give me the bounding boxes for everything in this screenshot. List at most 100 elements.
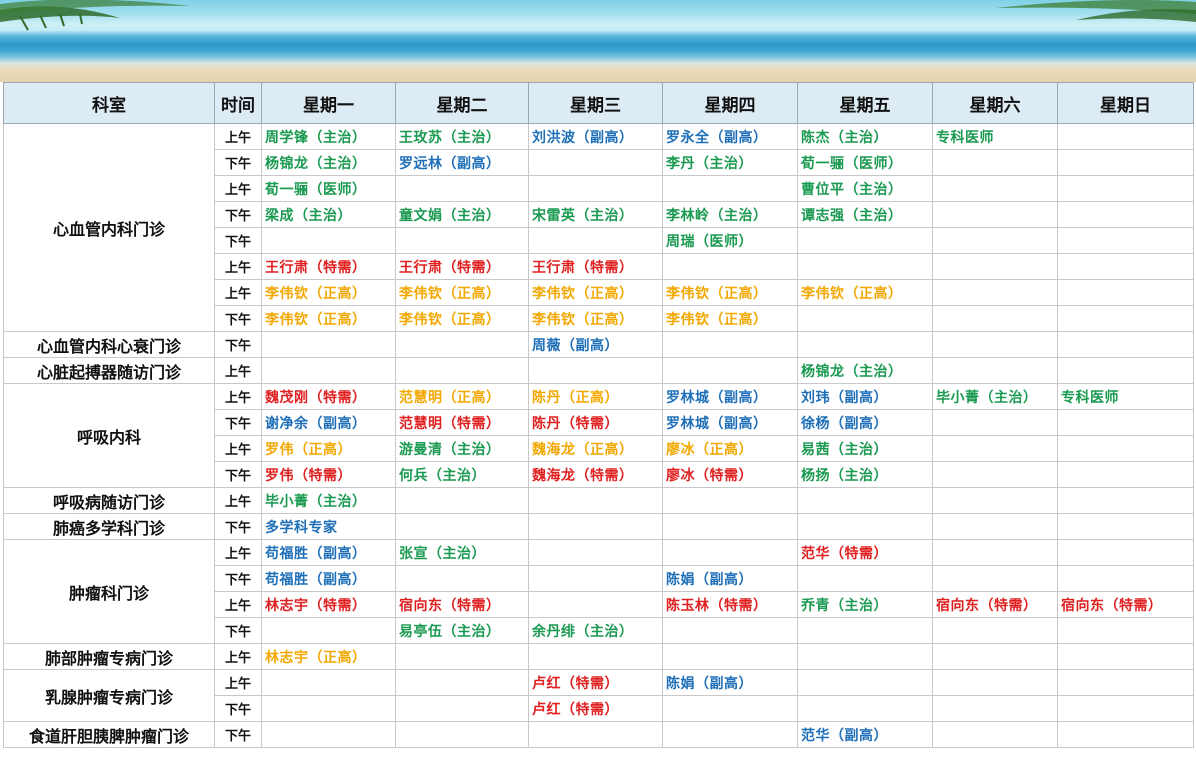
doctor-cell[interactable]	[528, 149, 663, 176]
doctor-cell[interactable]	[1057, 617, 1194, 644]
header-monday[interactable]: 星期一	[261, 82, 396, 124]
doctor-cell[interactable]: 廖冰（正高）	[662, 435, 798, 462]
doctor-cell[interactable]	[662, 643, 798, 670]
session-time-cell[interactable]: 下午	[214, 513, 262, 540]
doctor-cell[interactable]: 魏海龙（正高）	[528, 435, 663, 462]
session-time-cell[interactable]: 下午	[214, 617, 262, 644]
doctor-cell[interactable]	[662, 487, 798, 514]
doctor-cell[interactable]	[662, 331, 798, 358]
doctor-cell[interactable]	[797, 617, 933, 644]
doctor-cell[interactable]: 毕小菁（主治）	[261, 487, 396, 514]
doctor-cell[interactable]	[797, 227, 933, 254]
doctor-cell[interactable]: 陈娟（副高）	[662, 565, 798, 592]
session-time-cell[interactable]: 下午	[214, 201, 262, 228]
header-thursday[interactable]: 星期四	[662, 82, 798, 124]
doctor-cell[interactable]	[395, 331, 529, 358]
doctor-cell[interactable]	[395, 721, 529, 748]
doctor-cell[interactable]	[797, 669, 933, 696]
doctor-cell[interactable]	[662, 721, 798, 748]
doctor-cell[interactable]	[1057, 253, 1194, 280]
session-time-cell[interactable]: 上午	[214, 383, 262, 410]
doctor-cell[interactable]	[1057, 409, 1194, 436]
doctor-cell[interactable]	[528, 513, 663, 540]
department-cell[interactable]: 呼吸病随访门诊	[3, 487, 215, 514]
header-time[interactable]: 时间	[214, 82, 262, 124]
doctor-cell[interactable]	[797, 565, 933, 592]
department-cell[interactable]: 心脏起搏器随访门诊	[3, 357, 215, 384]
doctor-cell[interactable]: 范慧明（正高）	[395, 383, 529, 410]
doctor-cell[interactable]: 魏海龙（特需）	[528, 461, 663, 488]
doctor-cell[interactable]	[932, 669, 1058, 696]
doctor-cell[interactable]	[932, 513, 1058, 540]
doctor-cell[interactable]	[932, 409, 1058, 436]
doctor-cell[interactable]: 易亭伍（主治）	[395, 617, 529, 644]
doctor-cell[interactable]: 罗永全（副高）	[662, 123, 798, 150]
doctor-cell[interactable]: 宿向东（特需）	[932, 591, 1058, 618]
doctor-cell[interactable]: 罗伟（特需）	[261, 461, 396, 488]
doctor-cell[interactable]	[261, 617, 396, 644]
doctor-cell[interactable]	[1057, 565, 1194, 592]
doctor-cell[interactable]: 谢净余（副高）	[261, 409, 396, 436]
doctor-cell[interactable]: 范华（特需）	[797, 539, 933, 566]
doctor-cell[interactable]	[395, 643, 529, 670]
doctor-cell[interactable]: 李伟钦（正高）	[395, 279, 529, 306]
doctor-cell[interactable]	[261, 721, 396, 748]
doctor-cell[interactable]: 陈玉林（特需）	[662, 591, 798, 618]
doctor-cell[interactable]: 曹位平（主治）	[797, 175, 933, 202]
doctor-cell[interactable]	[932, 435, 1058, 462]
doctor-cell[interactable]	[662, 539, 798, 566]
doctor-cell[interactable]	[797, 253, 933, 280]
doctor-cell[interactable]	[1057, 227, 1194, 254]
doctor-cell[interactable]: 范华（副高）	[797, 721, 933, 748]
doctor-cell[interactable]: 罗林城（副高）	[662, 409, 798, 436]
doctor-cell[interactable]	[662, 695, 798, 722]
doctor-cell[interactable]	[797, 331, 933, 358]
doctor-cell[interactable]	[395, 669, 529, 696]
doctor-cell[interactable]: 何兵（主治）	[395, 461, 529, 488]
department-cell[interactable]: 乳腺肿瘤专病门诊	[3, 669, 215, 722]
doctor-cell[interactable]: 李伟钦（正高）	[662, 305, 798, 332]
session-time-cell[interactable]: 上午	[214, 643, 262, 670]
doctor-cell[interactable]: 罗伟（正高）	[261, 435, 396, 462]
doctor-cell[interactable]	[395, 487, 529, 514]
doctor-cell[interactable]: 范慧明（特需）	[395, 409, 529, 436]
doctor-cell[interactable]	[932, 643, 1058, 670]
doctor-cell[interactable]	[261, 669, 396, 696]
doctor-cell[interactable]: 陈娟（副高）	[662, 669, 798, 696]
doctor-cell[interactable]: 李丹（主治）	[662, 149, 798, 176]
session-time-cell[interactable]: 上午	[214, 279, 262, 306]
doctor-cell[interactable]: 苟福胜（副高）	[261, 539, 396, 566]
department-cell[interactable]: 食道肝胆胰脾肿瘤门诊	[3, 721, 215, 748]
doctor-cell[interactable]	[797, 487, 933, 514]
doctor-cell[interactable]	[797, 305, 933, 332]
doctor-cell[interactable]: 王行肃（特需）	[395, 253, 529, 280]
doctor-cell[interactable]	[528, 539, 663, 566]
doctor-cell[interactable]	[395, 357, 529, 384]
department-cell[interactable]: 呼吸内科	[3, 383, 215, 488]
doctor-cell[interactable]	[528, 721, 663, 748]
doctor-cell[interactable]: 林志宇（正高）	[261, 643, 396, 670]
doctor-cell[interactable]: 荀一骊（医师）	[261, 175, 396, 202]
doctor-cell[interactable]	[1057, 305, 1194, 332]
doctor-cell[interactable]: 周瑞（医师）	[662, 227, 798, 254]
session-time-cell[interactable]: 下午	[214, 695, 262, 722]
doctor-cell[interactable]	[1057, 357, 1194, 384]
doctor-cell[interactable]	[1057, 149, 1194, 176]
doctor-cell[interactable]: 杨锦龙（主治）	[261, 149, 396, 176]
doctor-cell[interactable]: 周学锋（主治）	[261, 123, 396, 150]
doctor-cell[interactable]	[261, 357, 396, 384]
session-time-cell[interactable]: 下午	[214, 331, 262, 358]
doctor-cell[interactable]	[1057, 201, 1194, 228]
doctor-cell[interactable]	[1057, 279, 1194, 306]
doctor-cell[interactable]	[528, 591, 663, 618]
header-saturday[interactable]: 星期六	[932, 82, 1058, 124]
doctor-cell[interactable]: 毕小菁（主治）	[932, 383, 1058, 410]
doctor-cell[interactable]: 李林岭（主治）	[662, 201, 798, 228]
doctor-cell[interactable]	[528, 487, 663, 514]
doctor-cell[interactable]: 易茜（主治）	[797, 435, 933, 462]
doctor-cell[interactable]	[1057, 513, 1194, 540]
session-time-cell[interactable]: 下午	[214, 721, 262, 748]
doctor-cell[interactable]	[261, 695, 396, 722]
doctor-cell[interactable]	[395, 227, 529, 254]
doctor-cell[interactable]	[932, 331, 1058, 358]
